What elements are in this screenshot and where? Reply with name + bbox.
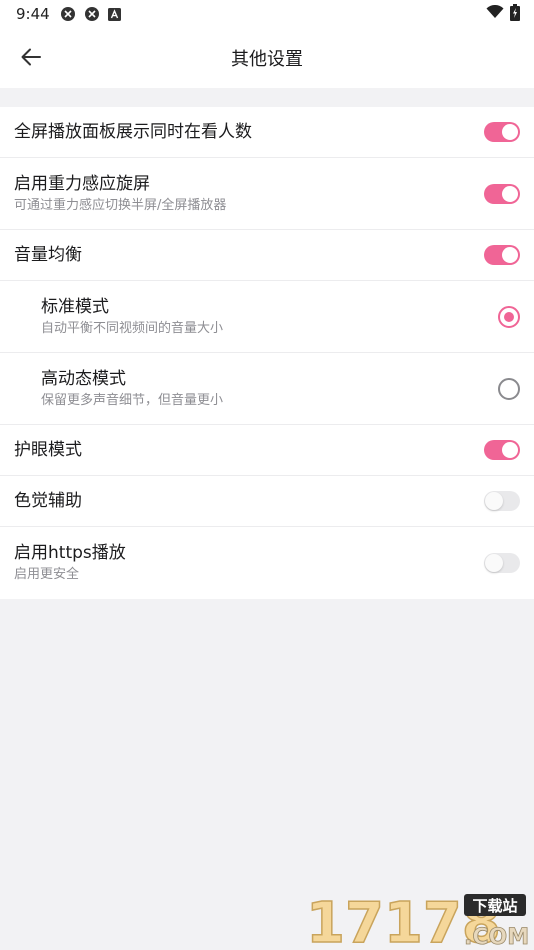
wifi-icon [486,4,504,23]
app-bar: 其他设置 [0,28,534,88]
setting-label: 启用https播放 [14,543,126,563]
setting-label: 全屏播放面板展示同时在看人数 [14,122,252,142]
setting-gravity-rotate[interactable]: 启用重力感应旋屏 可通过重力感应切换半屏/全屏播放器 [0,158,534,230]
fullscreen-watch-count-toggle[interactable] [484,122,520,142]
setting-fullscreen-watch-count[interactable]: 全屏播放面板展示同时在看人数 [0,107,534,158]
setting-standard-mode[interactable]: 标准模式 自动平衡不同视频间的音量大小 [0,281,534,353]
setting-description: 启用更安全 [14,567,80,582]
setting-label: 标准模式 [41,296,109,317]
page-title: 其他设置 [231,49,303,70]
status-time: 9:44 [16,5,50,23]
setting-eye-protection[interactable]: 护眼模式 [0,425,534,476]
setting-https-playback[interactable]: 启用https播放 启用更安全 [0,527,534,599]
gravity-rotate-toggle[interactable] [484,183,520,204]
setting-label: 色觉辅助 [14,491,82,511]
volume-balance-toggle[interactable] [484,245,520,265]
battery-charging-icon [510,3,520,25]
arrow-left-icon [21,48,41,70]
setting-high-dynamic-mode[interactable]: 高动态模式 保留更多声音细节，但音量更小 [0,353,534,425]
status-bar: 9:44 [0,0,534,28]
sync-icon [60,6,76,22]
watermark-badge-text: 下载站 [472,897,517,915]
color-assist-toggle[interactable] [484,491,520,511]
setting-description: 可通过重力感应切换半屏/全屏播放器 [14,197,227,213]
settings-list: 全屏播放面板展示同时在看人数 启用重力感应旋屏 可通过重力感应切换半屏/全屏播放… [0,107,534,599]
setting-description: 保留更多声音细节，但音量更小 [41,392,224,408]
standard-mode-radio[interactable] [498,305,520,328]
setting-label: 启用重力感应旋屏 [14,173,150,194]
a-badge-icon [107,7,121,21]
setting-volume-balance[interactable]: 音量均衡 [0,230,534,281]
setting-label: 高动态模式 [41,368,126,389]
eye-protection-toggle[interactable] [484,440,520,460]
watermark-logo: 17178 下载站 .COM [304,890,530,950]
watermark-suffix-text: .COM [464,925,529,948]
setting-label: 音量均衡 [14,245,82,265]
high-dynamic-mode-radio[interactable] [498,377,520,400]
setting-label: 护眼模式 [14,440,82,460]
setting-color-assist[interactable]: 色觉辅助 [0,476,534,527]
setting-description: 自动平衡不同视频间的音量大小 [41,320,224,336]
https-playback-toggle[interactable] [484,553,520,573]
back-button[interactable] [16,44,46,74]
sync-icon [84,6,100,22]
